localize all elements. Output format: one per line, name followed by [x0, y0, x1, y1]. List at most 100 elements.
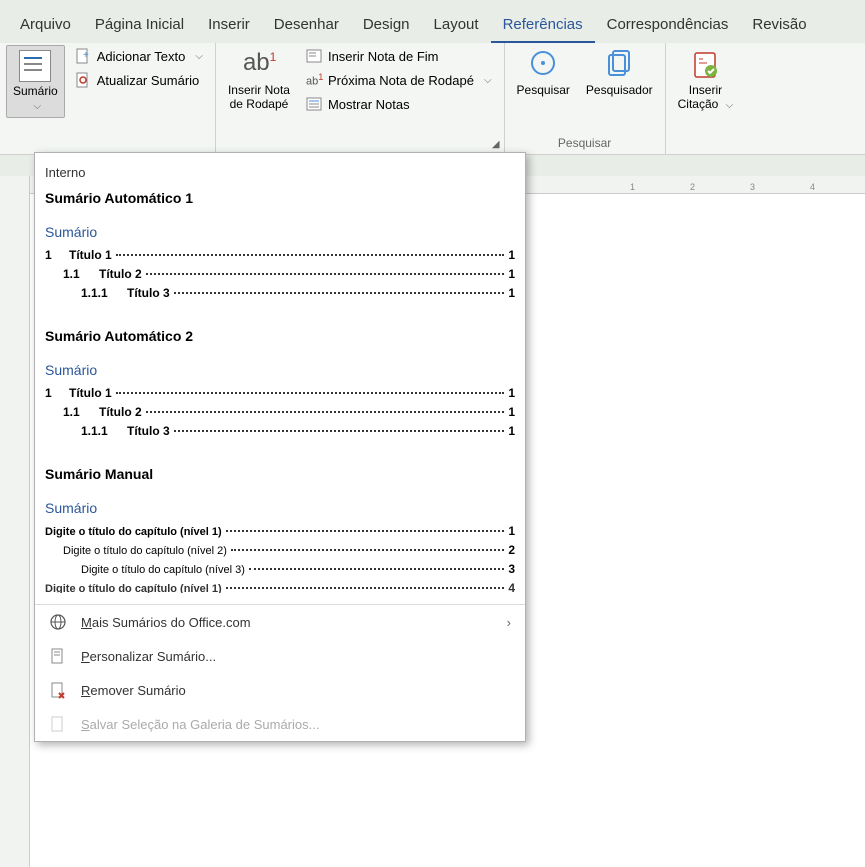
customize-toc-action[interactable]: Personalizar Sumário...: [35, 639, 525, 673]
sumario-icon: [19, 50, 51, 82]
toc-leader-dots: [231, 549, 504, 551]
dropdown-actions: Mais Sumários do Office.com › Personaliz…: [35, 604, 525, 741]
toc-page: 1: [508, 267, 515, 281]
sumario-dropdown: Interno Sumário Automático 1 Sumário 1Tí…: [34, 152, 526, 742]
customize-label: ersonalizar Sumário...: [90, 649, 216, 664]
toc-leader-dots: [226, 587, 505, 589]
ribbon-group-footnote: ab1 Inserir Notade Rodapé Inserir Nota d…: [216, 43, 505, 154]
toc-text: Título 1: [69, 248, 112, 262]
menu-layout[interactable]: Layout: [422, 8, 491, 43]
document-refresh-icon: [75, 72, 91, 88]
toc-style-manual[interactable]: Sumário Manual Sumário Digite o título d…: [45, 466, 515, 593]
toc-text: Digite o título do capítulo (nível 3): [81, 564, 245, 576]
toc-leader-dots: [146, 411, 505, 413]
toc-num: 1.1: [63, 267, 99, 281]
researcher-button[interactable]: Pesquisador: [580, 45, 659, 101]
insert-endnote-label: Inserir Nota de Fim: [328, 49, 439, 64]
toc-text: Digite o título do capítulo (nível 1): [45, 526, 222, 538]
toc-leader-dots: [146, 273, 505, 275]
toc-text: Título 1: [69, 386, 112, 400]
insert-footnote-label2: de Rodapé: [230, 97, 289, 111]
ribbon-group-search: Pesquisar Pesquisador Pesquisar: [505, 43, 666, 154]
document-save-icon: [49, 715, 67, 733]
document-remove-icon: [49, 681, 67, 699]
update-sumario-label: Atualizar Sumário: [97, 73, 200, 88]
toc-leader-dots: [174, 430, 505, 432]
toc-page: 1: [508, 386, 515, 400]
dropdown-section-header: Interno: [45, 159, 515, 190]
toc-text: Título 3: [127, 424, 170, 438]
search-button[interactable]: Pesquisar: [511, 45, 576, 101]
chevron-down-icon: ⌵: [34, 101, 42, 112]
toc-page: 2: [508, 543, 515, 557]
more-label: ais Sumários do Office.com: [92, 615, 251, 630]
next-footnote-label: Próxima Nota de Rodapé: [328, 73, 474, 88]
svg-text:+: +: [83, 50, 89, 61]
toc-leader-dots: [174, 292, 505, 294]
menubar: Arquivo Página Inicial Inserir Desenhar …: [0, 0, 865, 43]
endnote-icon: [306, 48, 322, 64]
toc-page: 1: [508, 524, 515, 538]
menu-referencias[interactable]: Referências: [491, 8, 595, 43]
toc-leader-dots: [226, 530, 505, 532]
show-notes-icon: [306, 96, 322, 112]
toc-page: 3: [508, 562, 515, 576]
footnote-icon: ab1: [243, 49, 275, 81]
search-circle-icon: [527, 49, 559, 81]
ruler-mark: 3: [750, 182, 755, 192]
next-footnote-icon: ab1: [306, 72, 322, 88]
researcher-label: Pesquisador: [586, 83, 653, 97]
update-sumario-button[interactable]: Atualizar Sumário: [69, 69, 209, 91]
toc-heading: Sumário: [45, 224, 515, 240]
menu-revisao[interactable]: Revisão: [740, 8, 818, 43]
toc-leader-dots: [116, 392, 505, 394]
toc-text: Digite o título do capítulo (nível 2): [63, 545, 227, 557]
more-from-office-action[interactable]: Mais Sumários do Office.com ›: [35, 605, 525, 639]
menu-desenhar[interactable]: Desenhar: [262, 8, 351, 43]
toc-style-title: Sumário Manual: [45, 466, 515, 482]
add-text-button[interactable]: + Adicionar Texto ⌵: [69, 45, 209, 67]
toc-num: 1.1.1: [81, 424, 127, 438]
show-notes-button[interactable]: Mostrar Notas: [300, 93, 498, 115]
toc-leader-dots: [116, 254, 505, 256]
toc-text: Título 2: [99, 267, 142, 281]
insert-endnote-button[interactable]: Inserir Nota de Fim: [300, 45, 498, 67]
toc-style-auto1[interactable]: Sumário Automático 1 Sumário 1Título 11 …: [45, 190, 515, 300]
sumario-button[interactable]: Sumário ⌵: [6, 45, 65, 118]
ruler-mark: 4: [810, 182, 815, 192]
toc-num: 1.1: [63, 405, 99, 419]
toc-style-title: Sumário Automático 2: [45, 328, 515, 344]
insert-citation-button[interactable]: InserirCitação ⌵: [672, 45, 740, 116]
footnote-dialog-launcher[interactable]: ◢: [492, 139, 500, 150]
menu-correspondencias[interactable]: Correspondências: [595, 8, 741, 43]
toc-num: 1.1.1: [81, 286, 127, 300]
search-group-label: Pesquisar: [511, 134, 659, 154]
toc-heading: Sumário: [45, 500, 515, 516]
chevron-right-icon: ›: [507, 615, 511, 630]
globe-icon: [49, 613, 67, 631]
next-footnote-button[interactable]: ab1 Próxima Nota de Rodapé ⌵: [300, 69, 498, 91]
chevron-down-icon: ⌵: [484, 75, 492, 86]
citation-label1: Inserir: [689, 83, 722, 97]
citation-icon: [689, 49, 721, 81]
toc-style-auto2[interactable]: Sumário Automático 2 Sumário 1Título 11 …: [45, 328, 515, 438]
insert-footnote-button[interactable]: ab1 Inserir Notade Rodapé: [222, 45, 296, 116]
books-icon: [603, 49, 635, 81]
remove-toc-action[interactable]: Remover Sumário: [35, 673, 525, 707]
toc-page: 1: [508, 286, 515, 300]
toc-page: 1: [508, 424, 515, 438]
toc-page: 1: [508, 405, 515, 419]
menu-pagina-inicial[interactable]: Página Inicial: [83, 8, 196, 43]
toc-text: Título 2: [99, 405, 142, 419]
toc-page: 1: [508, 248, 515, 262]
toc-text: Título 3: [127, 286, 170, 300]
remove-label: emover Sumário: [90, 683, 185, 698]
ruler-mark: 1: [630, 182, 635, 192]
menu-inserir[interactable]: Inserir: [196, 8, 262, 43]
menu-design[interactable]: Design: [351, 8, 422, 43]
toc-text: Digite o título do capítulo (nível 1): [45, 583, 222, 593]
toc-num: 1: [45, 248, 69, 262]
citation-label2: Citação: [678, 97, 719, 111]
menu-arquivo[interactable]: Arquivo: [8, 8, 83, 43]
sumario-label: Sumário: [13, 84, 58, 98]
